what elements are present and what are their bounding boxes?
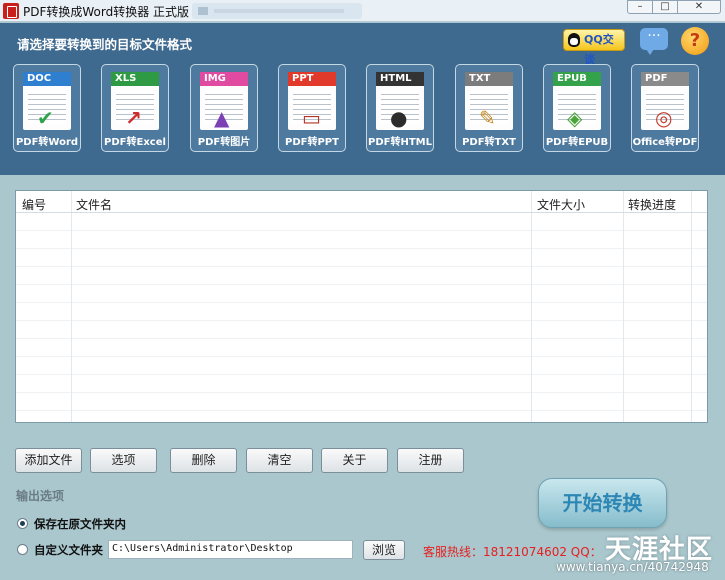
- format-glyph-icon: ◎: [655, 106, 673, 130]
- action-toolbar: 添加文件 选项 删除 清空 关于 注册: [15, 448, 475, 474]
- format-tile-img[interactable]: IMG ▲ PDF转图片: [190, 64, 258, 152]
- format-tile-pdf[interactable]: PDF ◎ Office转PDF: [631, 64, 699, 152]
- xls-document-icon: XLS ↗: [111, 72, 159, 130]
- minimize-button[interactable]: –: [627, 0, 653, 14]
- format-band-label: HTML: [376, 72, 424, 86]
- start-convert-button[interactable]: 开始转换: [538, 478, 667, 528]
- format-glyph-icon: ✔: [37, 106, 54, 130]
- format-glyph-icon: ◈: [567, 106, 583, 130]
- format-list: DOC ✔ PDF转Word XLS ↗ PDF转Excel IMG ▲ PDF转图片 PPT ▭ P…: [13, 64, 713, 154]
- column-divider: [71, 191, 72, 422]
- close-button[interactable]: ✕: [677, 0, 721, 14]
- html-document-icon: HTML ●: [376, 72, 424, 130]
- format-label: PDF转图片: [197, 137, 251, 148]
- format-label: PDF转Excel: [104, 137, 166, 148]
- format-band-label: TXT: [465, 72, 513, 86]
- title-bar: PDF转换成Word转换器 正式版 – □ ✕: [0, 0, 725, 22]
- ppt-document-icon: PPT ▭: [288, 72, 336, 130]
- format-label: PDF转Word: [15, 137, 79, 148]
- format-glyph-icon: ↗: [125, 106, 142, 130]
- clear-button[interactable]: 清空: [246, 448, 313, 473]
- format-tile-epub[interactable]: EPUB ◈ PDF转EPUB: [543, 64, 611, 152]
- register-button[interactable]: 注册: [397, 448, 464, 473]
- format-tile-txt[interactable]: TXT ✎ PDF转TXT: [455, 64, 523, 152]
- format-glyph-icon: ●: [390, 106, 408, 130]
- output-path-field[interactable]: C:\Users\Administrator\Desktop: [108, 540, 353, 559]
- save-original-label[interactable]: 保存在原文件夹内: [34, 516, 126, 532]
- doc-document-icon: DOC ✔: [23, 72, 71, 130]
- format-tile-xls[interactable]: XLS ↗ PDF转Excel: [101, 64, 169, 152]
- app-icon: [3, 3, 19, 19]
- background-window-tab: [192, 3, 362, 19]
- img-document-icon: IMG ▲: [200, 72, 248, 130]
- column-divider: [531, 191, 532, 422]
- format-glyph-icon: ✎: [479, 106, 496, 130]
- qq-chat-button[interactable]: QQ交谈: [563, 29, 625, 66]
- radio-custom-folder[interactable]: [17, 544, 28, 555]
- txt-document-icon: TXT ✎: [465, 72, 513, 130]
- format-band-label: DOC: [23, 72, 71, 86]
- watermark-url: www.tianya.cn/40742948: [556, 560, 709, 574]
- options-button[interactable]: 选项: [90, 448, 157, 473]
- column-header-size[interactable]: 文件大小: [537, 196, 585, 213]
- format-tile-doc[interactable]: DOC ✔ PDF转Word: [13, 64, 81, 152]
- format-label: PDF转HTML: [368, 137, 432, 148]
- column-header-progress[interactable]: 转换进度: [628, 196, 676, 213]
- column-divider: [623, 191, 624, 422]
- format-label: PDF转EPUB: [545, 137, 609, 148]
- format-glyph-icon: ▲: [214, 106, 230, 130]
- file-table[interactable]: 编号 文件名 文件大小 转换进度: [15, 190, 708, 423]
- about-button[interactable]: 关于: [321, 448, 388, 473]
- format-tile-ppt[interactable]: PPT ▭ PDF转PPT: [278, 64, 346, 152]
- format-band-label: PDF: [641, 72, 689, 86]
- epub-document-icon: EPUB ◈: [553, 72, 601, 130]
- column-header-filename[interactable]: 文件名: [76, 196, 112, 213]
- format-header: 请选择要转换到的目标文件格式 QQ交谈 ··· ? DOC ✔ PDF转Word XL…: [0, 23, 725, 175]
- table-header: 编号 文件名 文件大小 转换进度: [16, 191, 707, 213]
- help-icon[interactable]: ?: [681, 27, 709, 55]
- pdf-document-icon: PDF ◎: [641, 72, 689, 130]
- format-prompt: 请选择要转换到的目标文件格式: [17, 37, 193, 52]
- browse-button[interactable]: 浏览: [363, 540, 405, 560]
- delete-button[interactable]: 删除: [170, 448, 237, 473]
- custom-folder-label[interactable]: 自定义文件夹: [34, 542, 103, 558]
- column-header-index[interactable]: 编号: [22, 196, 46, 213]
- format-label: PDF转TXT: [462, 137, 516, 148]
- support-hotline: 客服热线：18121074602 QQ：: [423, 545, 602, 559]
- chat-bubble-icon[interactable]: ···: [640, 28, 668, 55]
- radio-save-original[interactable]: [17, 518, 28, 529]
- maximize-button[interactable]: □: [652, 0, 678, 14]
- format-label: Office转PDF: [632, 137, 698, 148]
- add-file-button[interactable]: 添加文件: [15, 448, 82, 473]
- column-divider: [691, 191, 692, 422]
- format-band-label: XLS: [111, 72, 159, 86]
- output-options-title: 输出选项: [16, 489, 65, 503]
- table-body[interactable]: [16, 213, 707, 422]
- window-title: PDF转换成Word转换器 正式版: [23, 5, 190, 19]
- format-band-label: EPUB: [553, 72, 601, 86]
- format-band-label: PPT: [288, 72, 336, 86]
- format-glyph-icon: ▭: [302, 106, 321, 130]
- format-label: PDF转PPT: [285, 137, 339, 148]
- format-tile-html[interactable]: HTML ● PDF转HTML: [366, 64, 434, 152]
- format-band-label: IMG: [200, 72, 248, 86]
